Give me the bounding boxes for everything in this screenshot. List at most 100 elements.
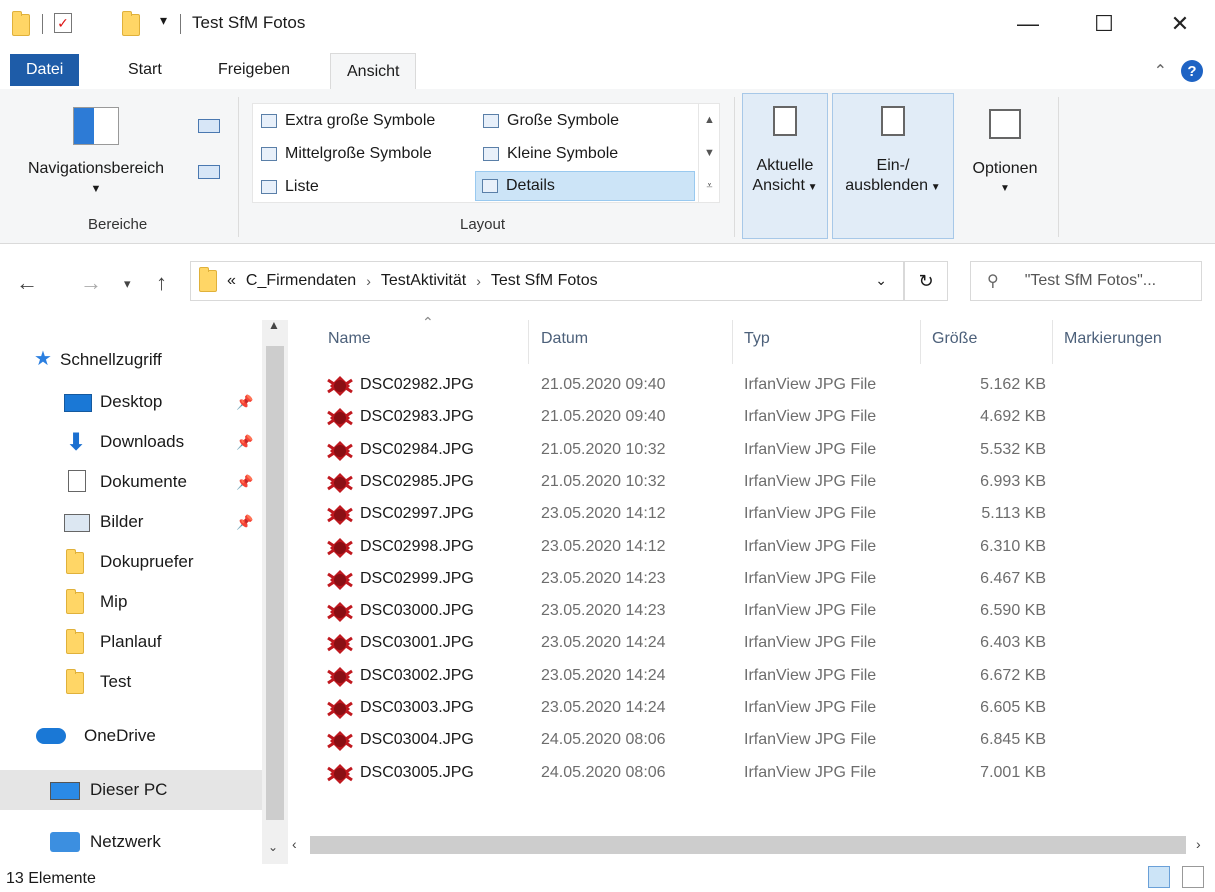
file-date: 23.05.2020 14:12 (541, 505, 666, 523)
sidebar-scroll-thumb[interactable] (266, 346, 284, 820)
large-icons-view-icon[interactable] (1182, 866, 1204, 888)
table-row[interactable]: DSC03001.JPG 23.05.2020 14:24 IrfanView JP… (318, 628, 1048, 660)
sort-ascending-icon: ⌃ (422, 314, 434, 330)
column-name[interactable]: Name (328, 330, 371, 348)
recent-locations-icon[interactable]: ▾ (124, 276, 131, 292)
layout-large-icons[interactable]: Große Symbole (477, 106, 697, 136)
separator (42, 14, 43, 34)
show-hide-button[interactable]: Ein-/ ausblenden ▼ (832, 93, 954, 239)
sidebar-item-netzwerk[interactable]: Netzwerk (0, 824, 262, 860)
table-row[interactable]: DSC03005.JPG 24.05.2020 08:06 IrfanView JP… (318, 758, 1048, 790)
sidebar-item-dokumente[interactable]: Dokumente 📌 (0, 464, 262, 500)
sidebar-item-schnellzugriff[interactable]: ★ Schnellzugriff (0, 342, 262, 378)
column-headers: ⌃ Name Datum Typ Größe Markierungen (318, 314, 1215, 364)
small-icons-icon (483, 147, 499, 161)
sidebar-item-dieser-pc[interactable]: Dieser PC (0, 770, 262, 810)
table-row[interactable]: DSC02985.JPG 21.05.2020 10:32 IrfanView JP… (318, 467, 1048, 499)
sidebar-item-test[interactable]: Test (0, 664, 262, 700)
sidebar-item-mip[interactable]: Mip (0, 584, 262, 620)
layout-extra-large-icons[interactable]: Extra große Symbole (255, 106, 475, 136)
layout-details[interactable]: Details (475, 171, 695, 201)
show-hide-icon (881, 106, 905, 136)
current-view-button[interactable]: Aktuelle Ansicht ▼ (742, 93, 828, 239)
column-type[interactable]: Typ (744, 330, 770, 348)
table-row[interactable]: DSC02983.JPG 21.05.2020 09:40 IrfanView JP… (318, 402, 1048, 434)
tab-start[interactable]: Start (112, 52, 178, 90)
pin-icon[interactable]: 📌 (236, 394, 253, 411)
sidebar-item-desktop[interactable]: Desktop 📌 (0, 384, 262, 420)
folder-icon (66, 629, 84, 654)
breadcrumb-item[interactable]: Test SfM Fotos (491, 272, 598, 290)
layout-list[interactable]: Liste (255, 172, 475, 202)
layout-medium-icons[interactable]: Mittelgroße Symbole (255, 139, 475, 169)
table-row[interactable]: DSC03002.JPG 23.05.2020 14:24 IrfanView JP… (318, 661, 1048, 693)
folder-icon[interactable] (12, 11, 30, 36)
close-button[interactable]: ✕ (1150, 0, 1210, 48)
properties-icon[interactable]: ✓ (54, 13, 72, 33)
scroll-down-icon[interactable]: ⌄ (268, 840, 278, 854)
minimize-button[interactable]: — (998, 0, 1058, 48)
scroll-left-icon[interactable]: ‹ (292, 836, 297, 852)
scroll-up-icon[interactable]: ▲ (704, 114, 715, 126)
scroll-right-icon[interactable]: › (1196, 836, 1201, 852)
maximize-button[interactable]: ☐ (1074, 0, 1134, 48)
tab-freigeben[interactable]: Freigeben (202, 52, 306, 90)
tab-ansicht[interactable]: Ansicht (330, 53, 417, 91)
chevron-down-icon[interactable]: ⌄ (875, 272, 887, 289)
new-folder-icon[interactable] (122, 11, 140, 36)
table-row[interactable]: DSC02998.JPG 23.05.2020 14:12 IrfanView JP… (318, 532, 1048, 564)
file-type: IrfanView JPG File (744, 699, 877, 716)
sidebar-item-downloads[interactable]: ⬇ Downloads 📌 (0, 424, 262, 460)
breadcrumb-overflow[interactable]: « (227, 272, 236, 290)
pin-icon[interactable]: 📌 (236, 434, 253, 451)
options-button[interactable]: Optionen ▼ (962, 93, 1048, 239)
file-date: 23.05.2020 14:23 (541, 602, 666, 620)
column-tags[interactable]: Markierungen (1064, 330, 1162, 348)
file-name: DSC03004.JPG (360, 731, 474, 749)
pin-icon[interactable]: 📌 (236, 474, 253, 491)
search-input[interactable]: ⚲ "Test SfM Fotos"... (970, 261, 1202, 301)
address-bar[interactable]: « C_Firmendaten › TestAktivität › Test S… (190, 261, 904, 301)
horizontal-scroll-thumb[interactable] (310, 836, 1186, 854)
file-date: 23.05.2020 14:12 (541, 537, 666, 555)
sidebar-item-onedrive[interactable]: OneDrive (0, 718, 262, 754)
expand-gallery-icon[interactable]: ⩡ (706, 180, 712, 193)
chevron-right-icon[interactable]: › (366, 273, 371, 289)
file-size: 6.672 KB (980, 666, 1046, 684)
details-pane-icon[interactable] (198, 165, 220, 179)
file-size: 6.590 KB (980, 602, 1046, 620)
download-icon: ⬇ (66, 429, 87, 456)
layout-small-icons[interactable]: Kleine Symbole (477, 139, 697, 169)
table-row[interactable]: DSC02997.JPG 23.05.2020 14:12 IrfanView JP… (318, 499, 1048, 531)
details-view-icon[interactable] (1148, 866, 1170, 888)
breadcrumb-item[interactable]: C_Firmendaten (246, 272, 356, 290)
pin-icon[interactable]: 📌 (236, 514, 253, 531)
navigation-pane-button[interactable]: Navigationsbereich ▼ (4, 103, 188, 199)
column-size[interactable]: Größe (932, 330, 977, 348)
table-row[interactable]: DSC03000.JPG 23.05.2020 14:23 IrfanView JP… (318, 596, 1048, 628)
scroll-down-icon[interactable]: ▼ (704, 147, 715, 159)
table-row[interactable]: DSC02984.JPG 21.05.2020 10:32 IrfanView JP… (318, 435, 1048, 467)
forward-icon[interactable]: → (80, 270, 102, 296)
table-row[interactable]: DSC02982.JPG 21.05.2020 09:40 IrfanView JP… (318, 370, 1048, 402)
scroll-up-icon[interactable]: ▲ (268, 318, 280, 332)
back-icon[interactable]: ← (16, 270, 38, 296)
preview-pane-icon[interactable] (198, 119, 220, 133)
up-icon[interactable]: ↑ (156, 270, 167, 296)
customize-qat-icon[interactable]: ▾ (160, 12, 167, 29)
tab-datei[interactable]: Datei (10, 54, 80, 86)
sidebar-item-dokupruefer[interactable]: Dokupruefer (0, 544, 262, 580)
sidebar-item-bilder[interactable]: Bilder 📌 (0, 504, 262, 540)
column-date[interactable]: Datum (541, 330, 588, 348)
table-row[interactable]: DSC03003.JPG 23.05.2020 14:24 IrfanView JP… (318, 693, 1048, 725)
refresh-button[interactable]: ↻ (904, 261, 948, 301)
collapse-ribbon-icon[interactable]: ⌃ (1154, 61, 1167, 81)
table-row[interactable]: DSC02999.JPG 23.05.2020 14:23 IrfanView JP… (318, 564, 1048, 596)
help-icon[interactable]: ? (1181, 60, 1203, 82)
breadcrumb-item[interactable]: TestAktivität (381, 272, 466, 290)
chevron-right-icon[interactable]: › (476, 273, 481, 289)
table-row[interactable]: DSC03004.JPG 24.05.2020 08:06 IrfanView JP… (318, 725, 1048, 757)
file-name: DSC02997.JPG (360, 505, 474, 523)
sidebar-item-planlauf[interactable]: Planlauf (0, 624, 262, 660)
folder-icon (199, 267, 217, 292)
